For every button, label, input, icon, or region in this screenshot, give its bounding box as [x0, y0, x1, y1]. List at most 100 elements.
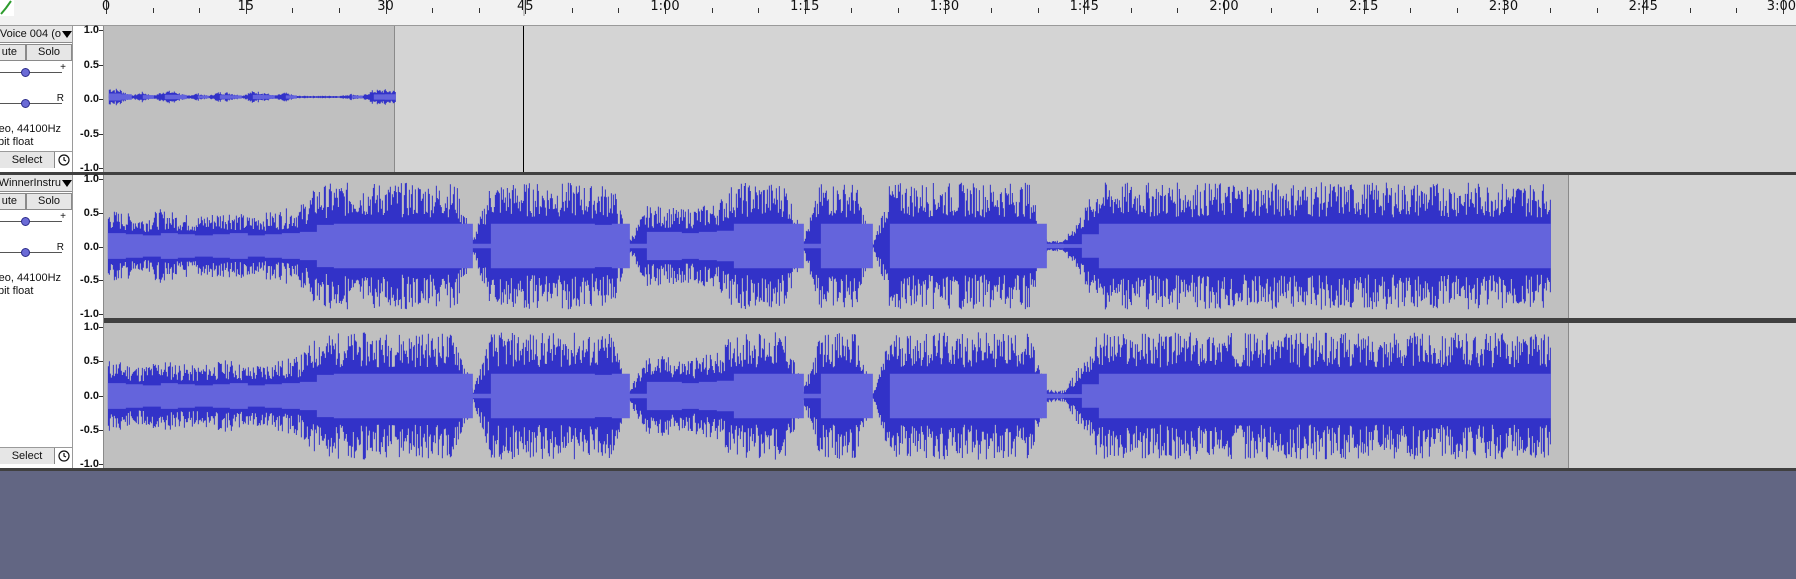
- scale-tick: [99, 429, 103, 431]
- gain-slider[interactable]: +: [0, 211, 66, 227]
- ruler-tick-label: 30: [377, 0, 394, 14]
- ruler-minor-tick: [1037, 8, 1039, 13]
- gain-slider-knob[interactable]: [21, 217, 30, 226]
- scale-label: -0.5: [80, 127, 99, 140]
- track-name-menu[interactable]: Voice 004 (o: [0, 26, 72, 43]
- track-name[interactable]: Voice 004 (o: [0, 28, 61, 40]
- amplitude-scale: 1.0 0.5 0.0 -0.5 -1.0: [73, 24, 104, 174]
- empty-track-area[interactable]: [0, 471, 1796, 579]
- pan-right-label: R: [56, 242, 64, 253]
- pan-slider[interactable]: R: [0, 93, 66, 109]
- select-row: Select: [0, 447, 72, 464]
- ruler-tick-label: 1:00: [650, 0, 680, 14]
- ruler-corner: [0, 0, 14, 16]
- scale-tick: [99, 64, 103, 66]
- ruler-tick-label: 1:45: [1069, 0, 1099, 14]
- gain-slider-track: [0, 221, 62, 222]
- solo-button[interactable]: Solo: [26, 193, 72, 210]
- scale-tick: [99, 179, 103, 180]
- scale-label: 0.0: [83, 389, 99, 402]
- scale-tick: [99, 133, 103, 135]
- amplitude-scale: 1.0 0.5 0.0 -0.5 -1.0 1.0 0.5 0.0 -0.5 -1.0: [73, 173, 104, 470]
- scale-label: 0.5: [83, 58, 99, 71]
- waveform: [104, 182, 1796, 460]
- track-name-menu[interactable]: WinnerInstru: [0, 175, 72, 192]
- waveform-rms: [107, 373, 1551, 419]
- waveform-area[interactable]: [104, 26, 1796, 172]
- scale-label: 0.0: [83, 240, 99, 253]
- ruler-tick-label: 3:00: [1766, 0, 1796, 14]
- scale-tick: [99, 395, 103, 397]
- ruler-minor-tick: [432, 8, 434, 13]
- ruler-tick-label: 0: [101, 0, 111, 14]
- timeline-ruler[interactable]: 0 15 30 45 1:00 1:15 1:30 1:45 2:00 2:15 2:30 2:45 3…: [0, 0, 1796, 26]
- mute-solo-row: ute Solo: [0, 44, 72, 61]
- play-marker-icon: [0, 0, 12, 15]
- scale-tick: [99, 464, 103, 465]
- select-button[interactable]: Select: [0, 152, 55, 168]
- ruler-minor-tick: [338, 8, 340, 13]
- scale-tick: [99, 314, 103, 315]
- playback-position-marker[interactable]: [522, 0, 525, 16]
- ruler-tick-label: 45: [516, 0, 534, 14]
- scale-label: 0.0: [83, 93, 99, 105]
- scale-tick: [99, 361, 103, 363]
- playback-cursor: [522, 26, 524, 172]
- pan-slider-track: [0, 252, 62, 253]
- ruler-tick-label: 2:45: [1628, 0, 1658, 14]
- ruler-minor-tick: [571, 8, 573, 13]
- pan-slider-knob[interactable]: [21, 248, 30, 257]
- ruler-minor-tick: [1596, 8, 1598, 13]
- ruler-minor-tick: [1410, 8, 1412, 13]
- scale-label: -1.0: [80, 308, 99, 320]
- scale-label: 1.0: [83, 173, 99, 185]
- scale-label: -0.5: [80, 423, 99, 436]
- track-control-panel: WinnerInstru ute Solo + R reo, 44100Hz b…: [0, 175, 73, 468]
- gain-slider[interactable]: +: [0, 62, 66, 78]
- mute-button[interactable]: ute: [0, 193, 26, 210]
- pan-slider-knob[interactable]: [21, 99, 30, 108]
- waveform-area[interactable]: [104, 175, 1796, 468]
- ruler-minor-tick: [1689, 8, 1691, 13]
- track-format-rate: reo, 44100Hz: [0, 123, 62, 135]
- select-row: Select: [0, 151, 72, 168]
- ruler-minor-tick: [199, 8, 201, 13]
- mute-button[interactable]: ute: [0, 44, 26, 61]
- scale-tick: [99, 30, 103, 31]
- scale-label: 1.0: [83, 321, 99, 333]
- select-button[interactable]: Select: [0, 448, 55, 464]
- menu-dropdown-icon[interactable]: [62, 180, 72, 187]
- ruler-minor-tick: [152, 8, 154, 13]
- gain-plus-label: +: [60, 211, 66, 222]
- gain-slider-knob[interactable]: [21, 68, 30, 77]
- audacity-window: 0 15 30 45 1:00 1:15 1:30 1:45 2:00 2:15 2:30 2:45 3…: [0, 0, 1796, 579]
- track-format-bits: bit float: [0, 136, 34, 148]
- ruler-tick-label: 1:30: [929, 0, 960, 14]
- scale-tick: [99, 99, 103, 100]
- ruler-minor-tick: [1456, 8, 1458, 13]
- pan-slider[interactable]: R: [0, 242, 66, 258]
- track-control-panel: Voice 004 (o ute Solo + R reo, 44100Hz b…: [0, 26, 73, 172]
- ruler-tick-label: 2:00: [1209, 0, 1239, 14]
- pan-slider-track: [0, 103, 62, 104]
- ruler-minor-tick: [897, 8, 899, 13]
- scale-tick: [99, 280, 103, 282]
- ruler-minor-tick: [1550, 8, 1552, 13]
- ruler-minor-tick: [1317, 8, 1319, 13]
- ruler-tick-label: 2:15: [1349, 0, 1379, 14]
- track-format-rate: reo, 44100Hz: [0, 272, 62, 284]
- scale-label: 0.5: [83, 355, 99, 368]
- ruler-minor-tick: [292, 8, 294, 13]
- sync-lock-icon[interactable]: [58, 450, 70, 462]
- menu-dropdown-icon[interactable]: [62, 31, 72, 38]
- ruler-minor-tick: [1130, 8, 1132, 13]
- ruler-minor-tick: [478, 8, 480, 13]
- ruler-tick-label: 15: [237, 0, 255, 14]
- sync-lock-icon[interactable]: [58, 154, 70, 166]
- solo-button[interactable]: Solo: [26, 44, 72, 61]
- ruler-minor-tick: [711, 8, 713, 13]
- scale-label: 1.0: [83, 24, 99, 36]
- track-name[interactable]: WinnerInstru: [0, 177, 61, 189]
- scale-tick: [99, 246, 103, 248]
- ruler-minor-tick: [1736, 8, 1738, 13]
